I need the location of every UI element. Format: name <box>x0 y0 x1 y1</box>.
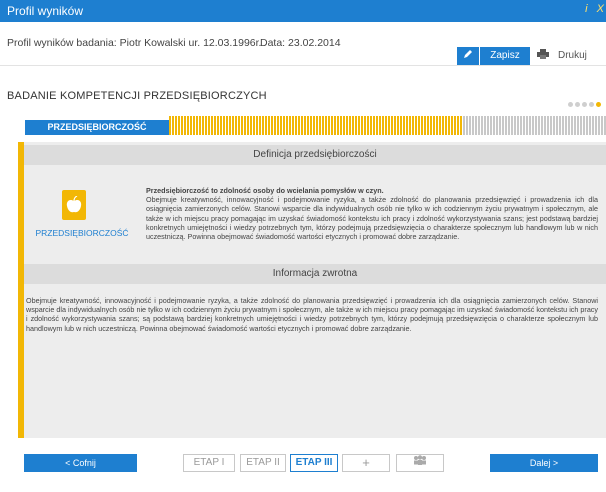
printer-icon <box>537 49 549 59</box>
add-stage-button[interactable]: + <box>342 454 390 472</box>
definition-body: Obejmuje kreatywność, innowacyjność i po… <box>146 195 598 242</box>
step-dot <box>575 102 580 107</box>
progress-fill <box>169 116 462 135</box>
people-icon <box>414 455 426 465</box>
title-bar: Profil wyników i X <box>0 0 606 22</box>
competency-icon-tile <box>62 190 86 220</box>
definition-text: Przedsiębiorczość to zdolność osoby do w… <box>146 186 598 241</box>
report-date: Data: 23.02.2014 <box>260 37 341 49</box>
next-button[interactable]: Dalej > <box>490 454 598 472</box>
step-dot <box>582 102 587 107</box>
apple-icon <box>66 196 82 213</box>
stage-2-button[interactable]: ETAP II <box>240 454 286 472</box>
feedback-text: Obejmuje kreatywność, innowacyjność i po… <box>26 296 598 333</box>
stage-1-button[interactable]: ETAP I <box>183 454 235 472</box>
feedback-header: Informacja zwrotna <box>24 264 606 284</box>
info-icon[interactable]: i <box>585 3 587 15</box>
competency-tab[interactable]: PRZEDSIĘBIORCZOŚĆ <box>25 120 169 135</box>
edit-button[interactable] <box>457 47 479 65</box>
definition-lead: Przedsiębiorczość to zdolność osoby do w… <box>146 186 384 195</box>
title-bar-icons: i X <box>579 3 604 15</box>
close-icon[interactable]: X <box>597 3 604 15</box>
print-icon-button[interactable] <box>533 47 553 65</box>
step-dot <box>589 102 594 107</box>
bottom-navigation: < Cofnij ETAP I ETAP II ETAP III + Dalej… <box>0 448 606 478</box>
report-subject: Profil wyników badania: Piotr Kowalski u… <box>7 37 262 49</box>
window-title: Profil wyników <box>7 4 84 18</box>
print-button[interactable]: Drukuj <box>558 47 602 65</box>
stage-3-button[interactable]: ETAP III <box>290 454 338 472</box>
definition-header: Definicja przedsiębiorczości <box>24 145 606 165</box>
step-dots <box>566 94 601 112</box>
panel-accent-bar <box>18 142 24 438</box>
pencil-icon <box>464 50 472 58</box>
back-button[interactable]: < Cofnij <box>24 454 137 472</box>
save-button[interactable]: Zapisz <box>480 47 530 65</box>
group-stage-button[interactable] <box>396 454 444 472</box>
competency-progress-bar <box>169 116 606 135</box>
competency-icon-label: PRZEDSIĘBIORCZOŚĆ <box>35 228 129 238</box>
step-dot-active <box>596 102 601 107</box>
step-dot <box>568 102 573 107</box>
section-title: BADANIE KOMPETENCJI PRZEDSIĘBIORCZYCH <box>7 90 267 102</box>
